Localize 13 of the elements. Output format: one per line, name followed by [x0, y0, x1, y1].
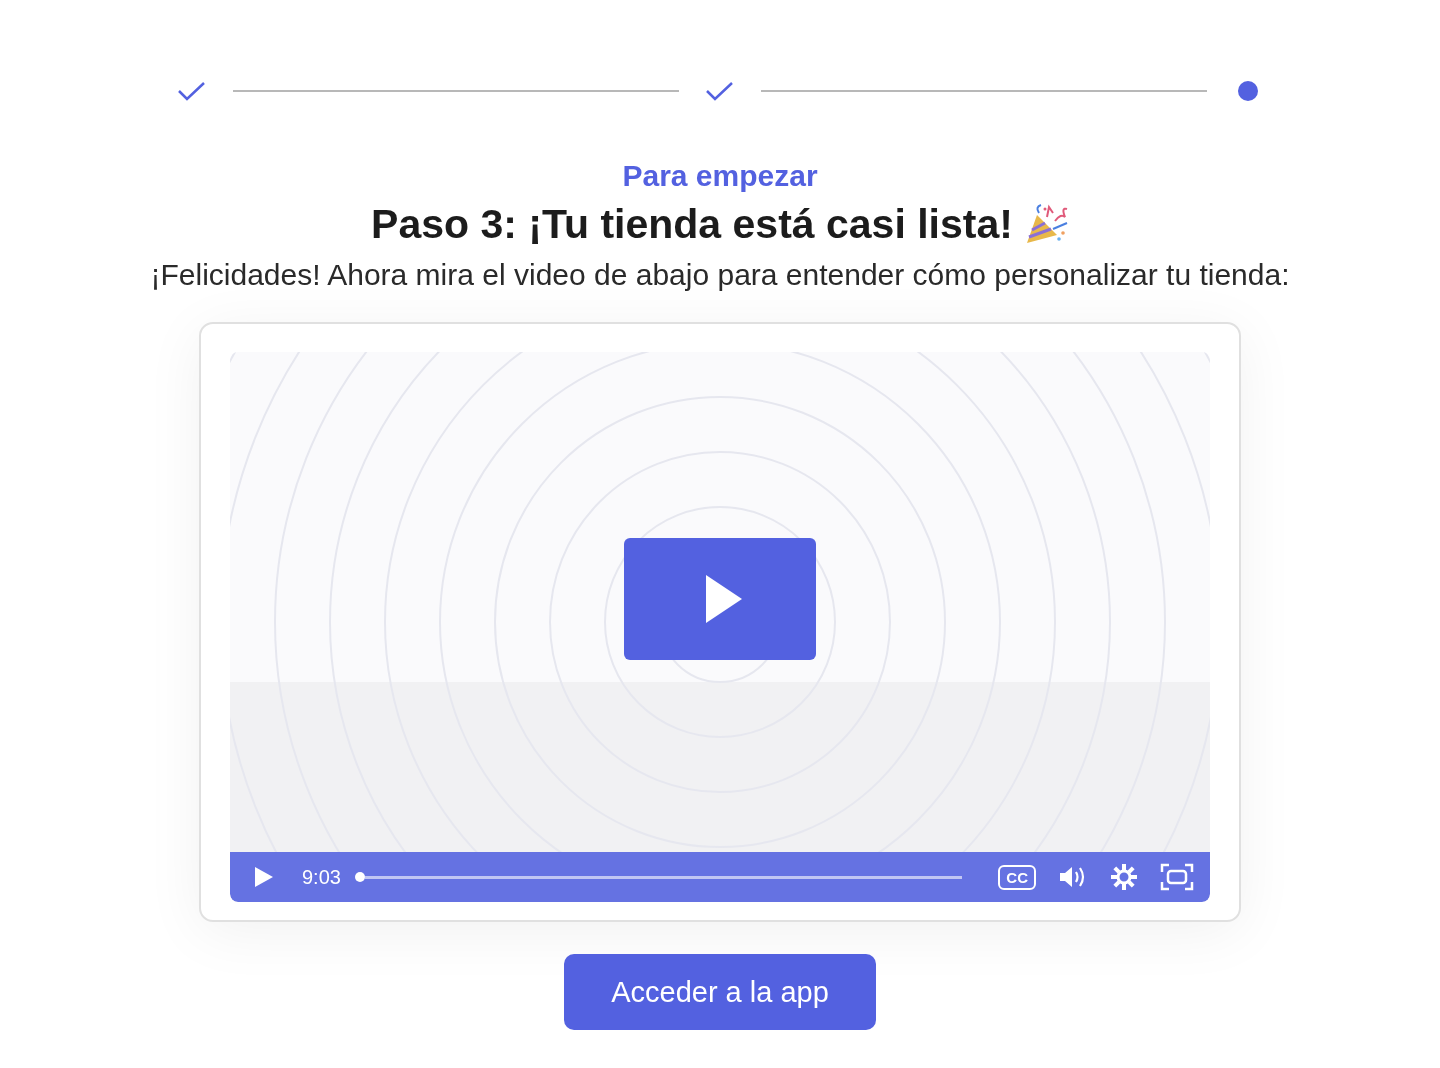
access-app-button[interactable]: Acceder a la app: [564, 954, 876, 1030]
fullscreen-icon[interactable]: [1160, 863, 1194, 891]
progress-track[interactable]: [364, 875, 963, 879]
page-title: Paso 3: ¡Tu tienda está casi lista!: [371, 201, 1013, 248]
settings-icon[interactable]: [1110, 863, 1138, 891]
instruction-text: ¡Felicidades! Ahora mira el video de abajo para entender cómo personalizar tu tienda:: [150, 258, 1290, 292]
progress-handle[interactable]: [354, 872, 365, 882]
play-icon: [704, 573, 744, 625]
section-label: Para empezar: [622, 159, 818, 193]
play-icon[interactable]: [254, 866, 274, 888]
captions-button[interactable]: CC: [998, 864, 1036, 890]
play-button[interactable]: [624, 538, 816, 660]
video-time: 9:03: [302, 865, 341, 889]
